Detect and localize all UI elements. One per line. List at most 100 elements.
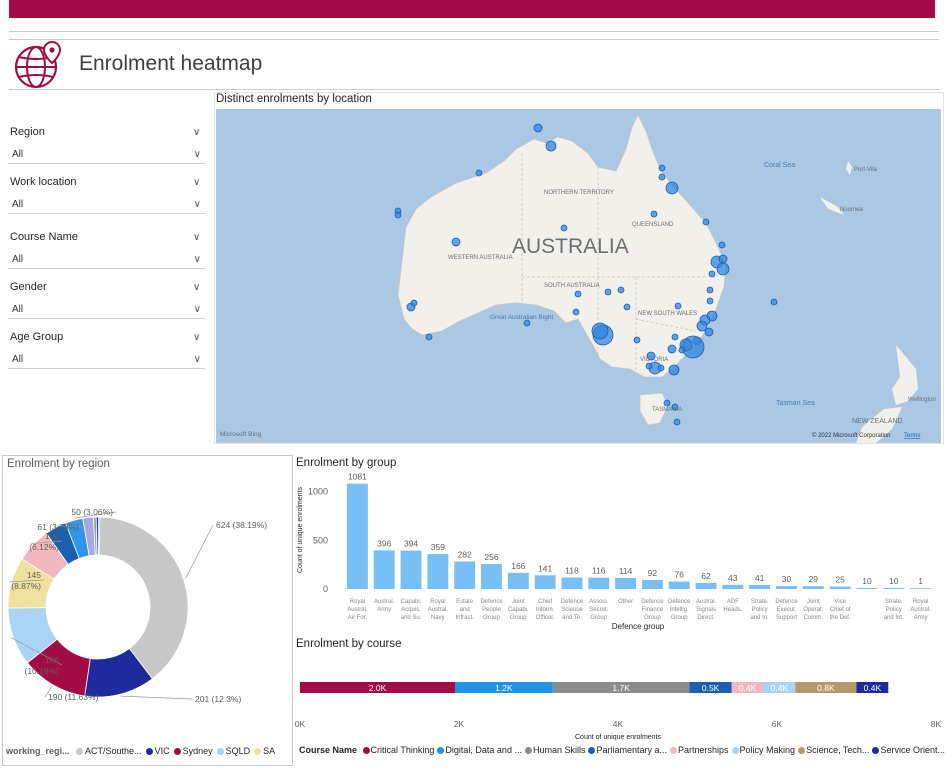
location-bubble[interactable] [716, 262, 730, 276]
location-bubble[interactable] [451, 237, 461, 247]
location-bubble[interactable] [523, 319, 531, 327]
group-bar[interactable] [641, 580, 663, 589]
location-bubble[interactable] [673, 418, 681, 426]
location-bubble[interactable] [658, 173, 666, 181]
location-bubble[interactable] [645, 362, 653, 370]
legend-item[interactable]: Science, Tech... [806, 745, 869, 755]
legend-item[interactable]: Digital, Data and ... [445, 745, 522, 755]
group-bar[interactable] [588, 577, 610, 589]
group-bar[interactable] [481, 564, 502, 589]
group-bar[interactable] [722, 584, 744, 589]
legend-item[interactable]: Service Orient... [880, 745, 945, 755]
location-bubble[interactable] [658, 164, 666, 172]
location-bubble[interactable] [671, 403, 679, 411]
group-bar[interactable] [400, 550, 422, 589]
group-bar[interactable] [668, 581, 690, 589]
group-bar[interactable] [373, 550, 395, 589]
legend-item[interactable]: Critical Thinking [371, 745, 435, 755]
bar-value-label: 10 [889, 576, 899, 586]
x-tick-label: Austral. [374, 599, 395, 605]
location-bubble[interactable] [623, 303, 631, 311]
divider [9, 89, 939, 90]
location-bubble[interactable] [560, 224, 568, 232]
legend-item[interactable]: Partnerships [678, 745, 729, 755]
location-bubble[interactable] [475, 169, 483, 177]
location-bubble[interactable] [604, 288, 612, 296]
location-bubble[interactable] [718, 241, 726, 249]
location-bubble[interactable] [678, 346, 686, 354]
group-bar[interactable] [454, 561, 476, 589]
location-bubble[interactable] [650, 210, 658, 218]
group-bar[interactable] [883, 588, 905, 589]
legend-item[interactable]: ACT/Southe... [85, 746, 142, 756]
legend-item[interactable]: SA [263, 746, 275, 756]
location-bubble[interactable] [533, 123, 543, 133]
group-bar[interactable] [695, 582, 717, 589]
legend-item[interactable]: Human Skills [533, 745, 586, 755]
x-tick-label: Joint [807, 599, 820, 605]
group-bar-chart[interactable]: 0 500 1000 Count of unique enrolments 1081 Ro… [294, 470, 940, 635]
chevron-down-icon: ∨ [193, 149, 201, 160]
filter-dropdown[interactable]: All ∨ [8, 301, 205, 319]
location-bubble[interactable] [708, 270, 716, 278]
chevron-down-icon[interactable]: ∨ [193, 282, 200, 293]
donut-slice[interactable] [98, 516, 189, 680]
location-map[interactable]: AUSTRALIA NORTHERN TERRITORY QUEENSLAND … [216, 109, 941, 443]
location-bubble[interactable] [574, 290, 582, 298]
location-bubble[interactable] [410, 299, 418, 307]
location-bubble[interactable] [617, 286, 625, 294]
terms-link[interactable]: Terms [904, 433, 920, 439]
group-bar[interactable] [829, 586, 851, 589]
location-bubble[interactable] [667, 344, 677, 354]
group-bar[interactable] [749, 585, 771, 589]
location-bubble[interactable] [657, 364, 665, 372]
filter-dropdown[interactable]: All ∨ [8, 146, 205, 164]
location-bubble[interactable] [696, 320, 708, 332]
location-bubble[interactable] [706, 297, 714, 305]
filter-dropdown[interactable]: All ∨ [8, 196, 205, 214]
location-bubble[interactable] [665, 181, 679, 195]
location-bubble[interactable] [633, 336, 641, 344]
location-bubble[interactable] [706, 286, 714, 294]
location-bubble[interactable] [663, 399, 671, 407]
group-bar[interactable] [427, 553, 449, 589]
legend-item[interactable]: Sydney [183, 746, 213, 756]
legend-item[interactable]: Policy Making [740, 745, 796, 755]
chevron-down-icon[interactable]: ∨ [193, 177, 200, 188]
legend-item[interactable]: Parliamentary a... [596, 745, 667, 755]
group-bar[interactable] [776, 586, 797, 589]
group-bar[interactable] [856, 588, 878, 589]
filter-dropdown[interactable]: All ∨ [8, 251, 205, 269]
chevron-down-icon[interactable]: ∨ [193, 232, 200, 243]
location-bubble[interactable] [545, 140, 557, 152]
group-bar[interactable] [346, 483, 368, 589]
location-bubble[interactable] [674, 302, 682, 310]
group-bar[interactable] [507, 572, 529, 589]
location-bubble[interactable] [668, 364, 680, 376]
location-bubble[interactable] [718, 254, 728, 264]
course-chart-title: Enrolment by course [296, 638, 402, 650]
group-bar[interactable] [534, 575, 556, 589]
location-bubble[interactable] [770, 298, 778, 306]
leader-line [185, 524, 214, 579]
group-bar[interactable] [561, 577, 583, 589]
x-tick-label: Capabi. [401, 599, 422, 605]
region-donut-chart[interactable]: 624 (38.19%) 201 (12.3%) 190 (11.63%) 166(1… [3, 470, 292, 742]
location-bubble[interactable] [591, 322, 609, 340]
location-bubble[interactable] [646, 351, 656, 361]
legend-item[interactable]: SQLD [226, 746, 251, 756]
group-bar[interactable] [615, 577, 637, 589]
group-bar[interactable] [802, 586, 824, 589]
chevron-down-icon[interactable]: ∨ [193, 332, 200, 343]
location-bubble[interactable] [394, 211, 402, 219]
location-bubble[interactable] [671, 333, 679, 341]
legend-item[interactable]: VIC [155, 746, 170, 756]
location-bubble[interactable] [572, 308, 580, 316]
location-bubble[interactable] [702, 218, 710, 226]
filter-dropdown[interactable]: All ∨ [8, 351, 205, 369]
bar-value-label: 1 [918, 576, 923, 586]
course-bar-chart[interactable]: 2.0K 1.2K 1.7K 0.5K 0.4K 0.4K 0.8K 0.4K 0K 2K 4K 6K… [294, 670, 944, 742]
chevron-down-icon[interactable]: ∨ [193, 127, 200, 138]
group-bar[interactable] [910, 588, 932, 589]
location-bubble[interactable] [425, 333, 433, 341]
